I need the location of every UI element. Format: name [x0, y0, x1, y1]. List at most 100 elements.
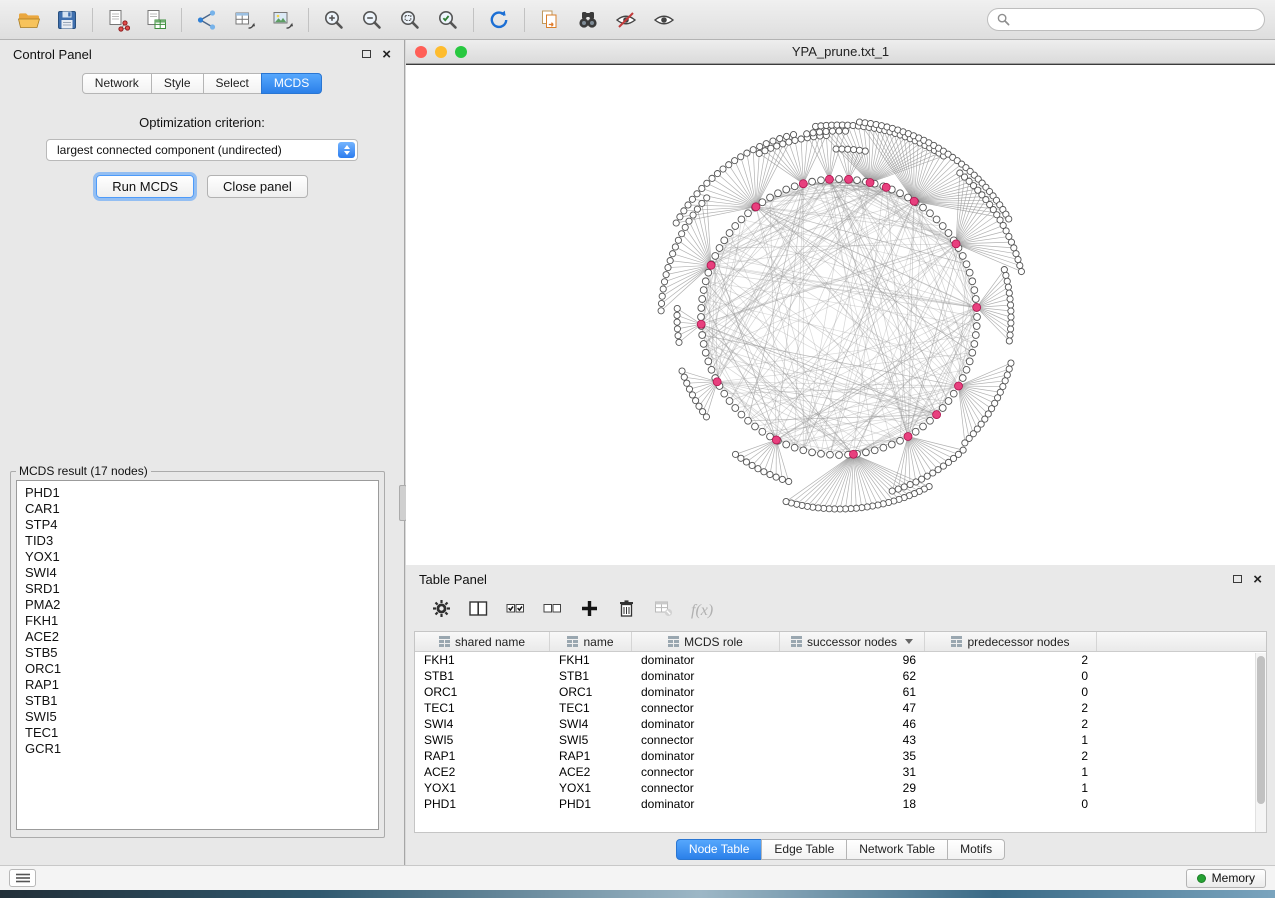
select-stepper-icon [338, 142, 355, 158]
eye-slash-icon [614, 8, 638, 32]
mcds-result-item[interactable]: SWI5 [25, 709, 370, 725]
window-close-button[interactable] [415, 46, 427, 58]
export-table-button[interactable] [226, 5, 264, 35]
search-box[interactable] [987, 8, 1265, 31]
network-view[interactable] [406, 64, 1275, 565]
show-details-button[interactable] [645, 5, 683, 35]
tab-network-table[interactable]: Network Table [846, 839, 948, 860]
mcds-result-item[interactable]: SWI4 [25, 565, 370, 581]
cell: RAP1 [415, 749, 550, 763]
export-network-button[interactable] [188, 5, 226, 35]
mcds-result-item[interactable]: SRD1 [25, 581, 370, 597]
cell: ORC1 [550, 685, 632, 699]
optimization-select[interactable]: largest connected component (undirected) [46, 139, 358, 161]
tab-node-table[interactable]: Node Table [676, 839, 763, 860]
table-row[interactable]: YOX1YOX1connector291 [415, 780, 1266, 796]
control-panel-tabs: NetworkStyleSelectMCDS [0, 73, 404, 94]
save-session-button[interactable] [48, 5, 86, 35]
zoom-fit-button[interactable] [391, 5, 429, 35]
table-row[interactable]: STB1STB1dominator620 [415, 668, 1266, 684]
open-file-button[interactable] [10, 5, 48, 35]
close-panel-button[interactable]: Close panel [207, 175, 308, 198]
run-mcds-button[interactable]: Run MCDS [96, 175, 194, 198]
table-row[interactable]: TEC1TEC1connector472 [415, 700, 1266, 716]
export-image-icon [271, 8, 295, 32]
memory-label: Memory [1212, 871, 1255, 885]
table-row[interactable]: PHD1PHD1dominator180 [415, 796, 1266, 812]
zoom-in-icon [322, 8, 346, 32]
status-menu-button[interactable] [9, 869, 36, 887]
cell: 0 [925, 685, 1097, 699]
memory-button[interactable]: Memory [1186, 869, 1266, 888]
mcds-result-item[interactable]: PMA2 [25, 597, 370, 613]
mcds-result-item[interactable]: STP4 [25, 517, 370, 533]
mcds-result-item[interactable]: STB1 [25, 693, 370, 709]
export-image-button[interactable] [264, 5, 302, 35]
mcds-result-item[interactable]: CAR1 [25, 501, 370, 517]
tab-style[interactable]: Style [151, 73, 204, 94]
cell: 0 [925, 669, 1097, 683]
mcds-result-item[interactable]: FKH1 [25, 613, 370, 629]
mcds-result-item[interactable]: STB5 [25, 645, 370, 661]
tab-edge-table[interactable]: Edge Table [761, 839, 847, 860]
cell: FKH1 [415, 653, 550, 667]
table-row[interactable]: ACE2ACE2connector311 [415, 764, 1266, 780]
cell: ACE2 [415, 765, 550, 779]
tab-select[interactable]: Select [203, 73, 262, 94]
window-zoom-button[interactable] [455, 46, 467, 58]
table-row[interactable]: FKH1FKH1dominator962 [415, 652, 1266, 668]
tab-mcds[interactable]: MCDS [261, 73, 322, 94]
apply-layout-button[interactable] [480, 5, 518, 35]
float-panel-icon[interactable] [1233, 575, 1242, 583]
table-panel-titlebar: Table Panel × [406, 565, 1275, 593]
mcds-result-title: MCDS result (17 nodes) [16, 464, 151, 478]
mcds-result-item[interactable]: PHD1 [25, 485, 370, 501]
tab-network[interactable]: Network [82, 73, 152, 94]
table-settings-gear-icon[interactable] [432, 599, 451, 623]
table-row[interactable]: RAP1RAP1dominator352 [415, 748, 1266, 764]
deselect-all-icon[interactable] [543, 599, 562, 623]
import-network-button[interactable] [99, 5, 137, 35]
mcds-result-list[interactable]: PHD1CAR1STP4TID3YOX1SWI4SRD1PMA2FKH1ACE2… [16, 480, 379, 830]
column-header-shared-name[interactable]: shared name [415, 632, 550, 651]
mcds-result-item[interactable]: RAP1 [25, 677, 370, 693]
find-button[interactable] [569, 5, 607, 35]
column-header-name[interactable]: name [550, 632, 632, 651]
cell: dominator [632, 749, 780, 763]
window-minimize-button[interactable] [435, 46, 447, 58]
table-row[interactable]: ORC1ORC1dominator610 [415, 684, 1266, 700]
import-table-button[interactable] [137, 5, 175, 35]
search-input[interactable] [1016, 12, 1255, 28]
mcds-result-item[interactable]: TEC1 [25, 725, 370, 741]
mcds-result-item[interactable]: GCR1 [25, 741, 370, 757]
table-vertical-scrollbar[interactable] [1255, 653, 1266, 832]
column-header-mcds-role[interactable]: MCDS role [632, 632, 780, 651]
column-header-predecessor-nodes[interactable]: predecessor nodes [925, 632, 1097, 651]
mcds-result-item[interactable]: ACE2 [25, 629, 370, 645]
split-panel-icon[interactable] [469, 599, 488, 623]
zoom-out-button[interactable] [353, 5, 391, 35]
hide-details-button[interactable] [607, 5, 645, 35]
table-row[interactable]: SWI4SWI4dominator462 [415, 716, 1266, 732]
select-all-icon[interactable] [506, 599, 525, 623]
add-column-icon[interactable] [580, 599, 599, 623]
application-window: Control Panel × NetworkStyleSelectMCDS O… [0, 0, 1275, 898]
toolbar-separator [92, 8, 93, 32]
close-panel-icon[interactable]: × [1253, 572, 1262, 587]
mcds-result-item[interactable]: ORC1 [25, 661, 370, 677]
toolbar-separator [181, 8, 182, 32]
float-panel-icon[interactable] [362, 50, 371, 58]
table-header-row: shared namenameMCDS rolesuccessor nodesp… [415, 632, 1266, 652]
zoom-in-button[interactable] [315, 5, 353, 35]
table-row[interactable]: SWI5SWI5connector431 [415, 732, 1266, 748]
mcds-result-item[interactable]: YOX1 [25, 549, 370, 565]
mcds-result-item[interactable]: TID3 [25, 533, 370, 549]
close-panel-icon[interactable]: × [382, 47, 391, 62]
tab-motifs[interactable]: Motifs [947, 839, 1005, 860]
network-canvas[interactable] [406, 65, 1275, 565]
column-header-successor-nodes[interactable]: successor nodes [780, 632, 925, 651]
copy-view-button[interactable] [531, 5, 569, 35]
zoom-selected-button[interactable] [429, 5, 467, 35]
scrollbar-thumb[interactable] [1257, 656, 1265, 804]
delete-column-icon[interactable] [617, 599, 636, 623]
